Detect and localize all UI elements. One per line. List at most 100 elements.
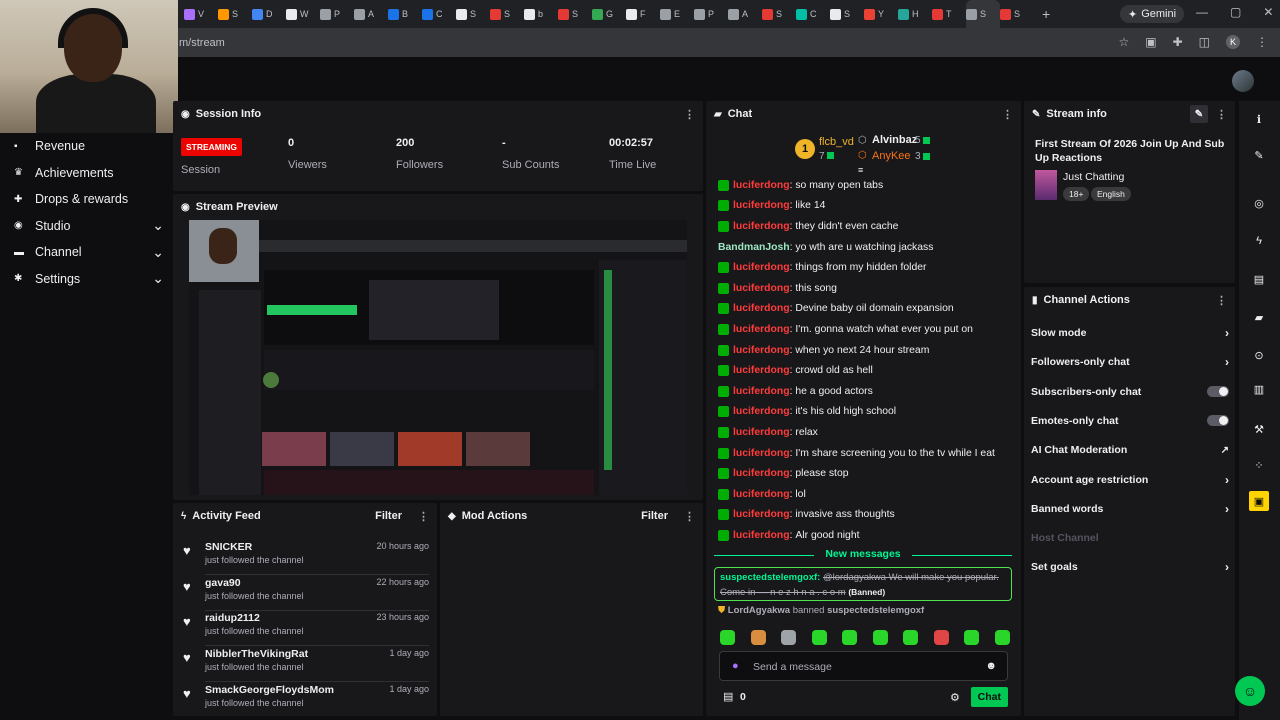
extensions-icon[interactable]: ✚	[1173, 35, 1183, 49]
microphone-icon[interactable]: ●	[732, 660, 739, 672]
chevron-right-icon[interactable]: ›	[1225, 560, 1229, 574]
close-icon[interactable]: ✕	[1263, 5, 1273, 19]
chat-send-button[interactable]: Chat	[970, 687, 1008, 707]
activity-item[interactable]: ♥ SmackGeorgeFloydsMom just followed the c…	[183, 682, 429, 718]
chat-username[interactable]: luciferdong	[733, 200, 790, 211]
browser-tab[interactable]: S	[558, 0, 592, 28]
banned-username[interactable]: suspectedstelemgoxf:	[720, 572, 820, 583]
browser-tab[interactable]: S	[966, 0, 1000, 28]
toggle-switch[interactable]	[1207, 415, 1229, 427]
browser-tab[interactable]: G	[592, 0, 626, 28]
browser-tab[interactable]: S	[218, 0, 252, 28]
browser-tab[interactable]: S	[762, 0, 796, 28]
stream-preview-video[interactable]	[189, 220, 687, 495]
chat-message[interactable]: luciferdong: please stop	[718, 463, 1018, 484]
toggle-switch[interactable]	[1207, 386, 1229, 398]
bookmark-star-icon[interactable]: ☆	[1118, 35, 1129, 49]
chat-username[interactable]: luciferdong	[733, 324, 790, 335]
browser-tab[interactable]: E	[660, 0, 694, 28]
chat-username[interactable]: luciferdong	[733, 406, 790, 417]
chat-message[interactable]: luciferdong: lol	[718, 484, 1018, 505]
chat-username[interactable]: luciferdong	[733, 180, 790, 191]
new-tab-icon[interactable]: +	[1042, 6, 1050, 22]
more-options-icon[interactable]: ⋮	[1216, 294, 1227, 307]
chat-input[interactable]: ● Send a message ☻	[719, 651, 1008, 681]
browser-tab[interactable]: C	[422, 0, 456, 28]
tag-english[interactable]: English	[1091, 187, 1131, 201]
chevron-right-icon[interactable]: ›	[1225, 502, 1229, 516]
emote-icon[interactable]	[720, 630, 735, 645]
external-link-icon[interactable]: ↗	[1221, 445, 1229, 456]
chat-username[interactable]: luciferdong	[733, 303, 790, 314]
browser-tab[interactable]: S	[830, 0, 864, 28]
more-options-icon[interactable]: ⋮	[418, 510, 429, 523]
broadcast-icon[interactable]: ⊙	[1249, 345, 1269, 365]
chat-username[interactable]: luciferdong	[733, 365, 790, 376]
target-icon[interactable]: ◎	[1249, 193, 1269, 213]
browser-tab[interactable]: H	[898, 0, 932, 28]
chat-username[interactable]: luciferdong	[733, 221, 790, 232]
chat-username[interactable]: BandmanJosh	[718, 242, 790, 253]
bolt-icon[interactable]: ϟ	[1249, 231, 1269, 251]
channel-action-followers-only-chat[interactable]: Followers-only chat ›	[1031, 352, 1229, 372]
more-options-icon[interactable]: ⋮	[684, 510, 695, 523]
chat-username[interactable]: luciferdong	[733, 283, 790, 294]
more-options-icon[interactable]: ⋮	[1216, 108, 1227, 121]
chevron-down-icon[interactable]: ⌄	[152, 244, 164, 261]
layout-icon[interactable]: ▥	[1249, 379, 1269, 399]
chat-message[interactable]: luciferdong: Alr good night	[718, 525, 1018, 546]
chat-username[interactable]: luciferdong	[733, 262, 790, 273]
activity-item[interactable]: ♥ SNICKER just followed the channel 20 hour…	[183, 539, 429, 575]
browser-tab[interactable]: S	[490, 0, 524, 28]
clapper-icon[interactable]: ▣	[1249, 491, 1269, 511]
browser-tab[interactable]: S	[456, 0, 490, 28]
channel-action-banned-words[interactable]: Banned words ›	[1031, 499, 1229, 519]
chat-username[interactable]: luciferdong	[733, 489, 790, 500]
activity-item[interactable]: ♥ raidup2112 just followed the channel 23 h…	[183, 610, 429, 647]
sidebar-item-revenue[interactable]: ▪ Revenue	[0, 133, 178, 160]
chat-username[interactable]: luciferdong	[733, 509, 790, 520]
emote-icon[interactable]	[933, 630, 949, 645]
browser-tab[interactable]: S	[1000, 0, 1034, 28]
sidebar-item-achievements[interactable]: ♛ Achievements	[0, 160, 178, 187]
browser-tab[interactable]: D	[252, 0, 286, 28]
sidebar-item-settings[interactable]: ✱ Settings ⌄	[0, 266, 178, 293]
info-icon[interactable]: ℹ	[1249, 109, 1269, 129]
emote-icon[interactable]	[872, 630, 888, 645]
channel-action-set-goals[interactable]: Set goals ›	[1031, 557, 1229, 577]
chat-message[interactable]: luciferdong: Devine baby oil domain expa…	[718, 299, 1018, 320]
dots-icon[interactable]: ⁘	[1249, 455, 1269, 475]
chat-username[interactable]: luciferdong	[733, 530, 790, 541]
chat-message[interactable]: luciferdong: crowd old as hell	[718, 360, 1018, 381]
chat-settings-icon[interactable]: ⚙	[950, 691, 960, 704]
gemini-button[interactable]: ✦ Gemini	[1120, 5, 1185, 23]
browser-tab[interactable]: B	[388, 0, 422, 28]
chat-bubble-icon[interactable]: ▰	[1249, 307, 1269, 327]
chat-username[interactable]: luciferdong	[733, 448, 790, 459]
browser-tab[interactable]: A	[354, 0, 388, 28]
browser-tab[interactable]: P	[320, 0, 354, 28]
chevron-down-icon[interactable]: ⌄	[152, 270, 164, 287]
chat-message[interactable]: luciferdong: things from my hidden folde…	[718, 257, 1018, 278]
edit-pencil-icon[interactable]: ✎	[1190, 105, 1208, 123]
chat-message[interactable]: luciferdong: this song	[718, 278, 1018, 299]
more-options-icon[interactable]: ⋮	[1002, 108, 1013, 121]
chat-message[interactable]: BandmanJosh: yo wth are u watching jacka…	[718, 237, 1018, 258]
chat-message[interactable]: luciferdong: relax	[718, 422, 1018, 443]
user-avatar[interactable]	[1232, 70, 1254, 92]
wrench-icon[interactable]: ⚒	[1249, 419, 1269, 439]
collapse-icon[interactable]: ≡	[858, 165, 863, 175]
browser-tab[interactable]: T	[932, 0, 966, 28]
minimize-icon[interactable]: —	[1196, 5, 1208, 19]
emote-icon[interactable]	[811, 630, 827, 645]
browser-tab[interactable]: W	[286, 0, 320, 28]
tag-18plus[interactable]: 18+	[1063, 187, 1090, 201]
category-boxart[interactable]	[1035, 170, 1057, 200]
chat-message[interactable]: luciferdong: like 14	[718, 196, 1018, 217]
chevron-down-icon[interactable]: ⌄	[152, 217, 164, 234]
chat-message[interactable]: luciferdong: invasive ass thoughts	[718, 505, 1018, 526]
clipboard-icon[interactable]: ▤	[1249, 269, 1269, 289]
chat-message[interactable]: luciferdong: it's his old high school	[718, 402, 1018, 423]
chevron-right-icon[interactable]: ›	[1225, 326, 1229, 340]
emote-icon[interactable]	[842, 630, 858, 645]
